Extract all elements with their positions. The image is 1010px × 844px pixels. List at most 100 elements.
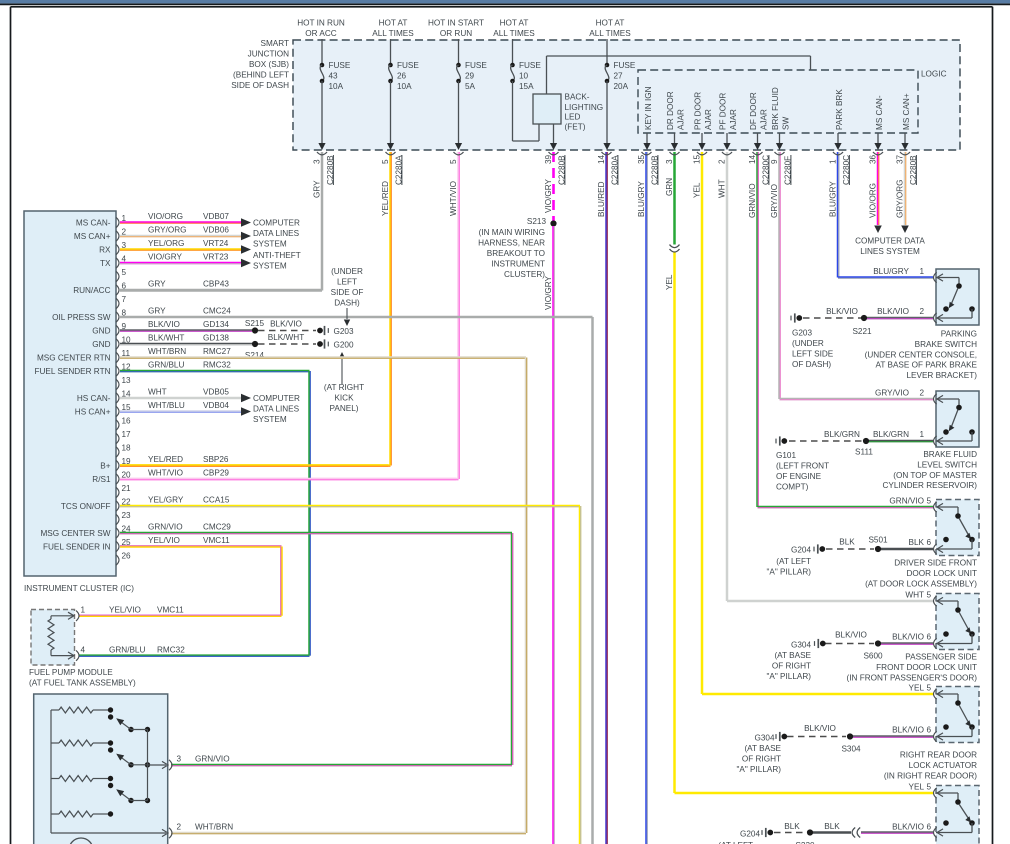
svg-text:G204: G204 [791, 546, 811, 555]
svg-text:FUSE: FUSE [329, 61, 351, 70]
svg-text:OF ENGINE: OF ENGINE [776, 472, 822, 481]
svg-text:(IN FRONT PASSENGER'S DOOR): (IN FRONT PASSENGER'S DOOR) [847, 673, 978, 682]
svg-text:BLK/VIO: BLK/VIO [892, 823, 924, 832]
svg-text:21: 21 [122, 484, 132, 493]
svg-text:S213: S213 [527, 217, 547, 226]
svg-text:BRK FLUID: BRK FLUID [771, 87, 780, 130]
svg-text:FUSE: FUSE [519, 61, 541, 70]
svg-text:2: 2 [177, 823, 182, 832]
svg-text:"A" PILLAR): "A" PILLAR) [737, 765, 782, 774]
svg-text:PASSENGER SIDE: PASSENGER SIDE [905, 653, 977, 662]
svg-text:BLU/GRY: BLU/GRY [873, 267, 909, 276]
svg-text:BLK: BLK [824, 822, 840, 831]
svg-text:14: 14 [748, 154, 757, 164]
svg-text:(AT BASE: (AT BASE [744, 744, 781, 753]
svg-text:CLUSTER): CLUSTER) [504, 270, 545, 279]
svg-text:DRIVER SIDE FRONT: DRIVER SIDE FRONT [894, 559, 977, 568]
svg-text:AJAR: AJAR [704, 109, 713, 130]
svg-text:FUSE: FUSE [465, 61, 487, 70]
svg-text:TX: TX [100, 259, 111, 268]
svg-text:(FET): (FET) [565, 123, 586, 132]
svg-text:CBP29: CBP29 [203, 469, 229, 478]
svg-text:"A" PILLAR): "A" PILLAR) [767, 672, 812, 681]
svg-text:G203: G203 [792, 329, 812, 338]
svg-text:OIL PRESS SW: OIL PRESS SW [52, 313, 111, 322]
svg-text:6: 6 [927, 726, 932, 735]
svg-text:G304: G304 [791, 641, 811, 650]
svg-text:HOT IN RUN: HOT IN RUN [297, 19, 345, 28]
svg-text:5: 5 [927, 497, 932, 506]
svg-text:7: 7 [122, 295, 127, 304]
svg-text:(AT RIGHT: (AT RIGHT [324, 383, 364, 392]
svg-text:LED: LED [565, 113, 581, 122]
svg-text:4: 4 [81, 646, 86, 655]
svg-text:15: 15 [693, 154, 702, 164]
svg-text:DOOR LOCK UNIT: DOOR LOCK UNIT [906, 569, 977, 578]
svg-text:PARKING: PARKING [941, 330, 977, 339]
svg-text:MS CAN-: MS CAN- [76, 219, 111, 228]
svg-text:GRY: GRY [148, 307, 166, 316]
svg-text:R/S1: R/S1 [92, 475, 111, 484]
svg-text:COMPUTER: COMPUTER [253, 219, 300, 228]
svg-text:YEL: YEL [909, 684, 925, 693]
svg-text:36: 36 [869, 154, 878, 164]
svg-text:CBP43: CBP43 [203, 280, 229, 289]
svg-text:GRN/VIO: GRN/VIO [195, 755, 230, 764]
svg-text:37: 37 [896, 154, 905, 164]
svg-text:BRAKE SWITCH: BRAKE SWITCH [915, 340, 977, 349]
svg-text:5: 5 [927, 684, 932, 693]
svg-text:COMPUTER: COMPUTER [253, 394, 300, 403]
svg-text:BOX (SJB): BOX (SJB) [249, 60, 289, 69]
svg-text:BLK/VIO: BLK/VIO [804, 724, 836, 733]
svg-text:HARNESS, NEAR: HARNESS, NEAR [478, 239, 545, 248]
svg-text:(AT BASE: (AT BASE [774, 651, 811, 660]
svg-text:10: 10 [519, 72, 529, 81]
svg-text:SIDE OF DASH: SIDE OF DASH [231, 81, 289, 90]
svg-text:WHT: WHT [148, 388, 167, 397]
svg-text:AT BASE OF PARK BRAKE: AT BASE OF PARK BRAKE [876, 361, 978, 370]
svg-text:DF DOOR: DF DOOR [749, 92, 758, 130]
svg-text:OR ACC: OR ACC [305, 29, 336, 38]
svg-text:DATA LINES: DATA LINES [253, 229, 300, 238]
svg-text:RX: RX [99, 246, 111, 255]
svg-text:G200: G200 [334, 341, 354, 350]
svg-text:MSG CENTER RTN: MSG CENTER RTN [37, 354, 111, 363]
svg-text:VDB06: VDB06 [203, 226, 229, 235]
svg-text:5A: 5A [465, 82, 476, 91]
svg-text:10A: 10A [329, 82, 344, 91]
svg-text:BLK/GRN: BLK/GRN [824, 430, 860, 439]
svg-text:5: 5 [449, 159, 458, 164]
svg-text:DATA LINES: DATA LINES [253, 405, 300, 414]
svg-text:BLK/VIO: BLK/VIO [270, 319, 302, 328]
svg-text:27: 27 [614, 72, 624, 81]
svg-text:YEL/VIO: YEL/VIO [109, 606, 141, 615]
svg-text:INSTRUMENT: INSTRUMENT [491, 260, 545, 269]
svg-text:AJAR: AJAR [760, 109, 769, 130]
svg-text:VIO/ORG: VIO/ORG [869, 183, 878, 218]
svg-text:(AT DOOR LOCK ASSEMBLY): (AT DOOR LOCK ASSEMBLY) [865, 579, 977, 588]
svg-text:CCA15: CCA15 [203, 496, 230, 505]
svg-text:(UNDER: (UNDER [792, 339, 824, 348]
svg-text:BRAKE FLUID: BRAKE FLUID [923, 450, 977, 459]
svg-text:43: 43 [329, 72, 339, 81]
svg-text:AJAR: AJAR [677, 109, 686, 130]
svg-text:S304: S304 [841, 745, 861, 754]
svg-text:FUEL SENDER IN: FUEL SENDER IN [43, 543, 111, 552]
svg-text:GRN: GRN [665, 178, 674, 196]
svg-text:(UNDER CENTER CONSOLE,: (UNDER CENTER CONSOLE, [865, 350, 977, 359]
svg-text:10A: 10A [397, 82, 412, 91]
svg-text:YEL/VIO: YEL/VIO [148, 536, 180, 545]
svg-text:SMART: SMART [260, 39, 289, 48]
svg-text:JUNCTION: JUNCTION [248, 50, 289, 59]
svg-text:2: 2 [920, 389, 925, 398]
svg-text:G203: G203 [334, 327, 354, 336]
svg-text:23: 23 [122, 511, 132, 520]
svg-text:(IN RIGHT REAR DOOR): (IN RIGHT REAR DOOR) [884, 771, 977, 780]
svg-text:YEL: YEL [693, 182, 702, 198]
svg-text:CMC24: CMC24 [203, 307, 231, 316]
svg-text:VIO/ORG: VIO/ORG [148, 212, 183, 221]
svg-text:HOT AT: HOT AT [500, 19, 529, 28]
svg-text:SW: SW [782, 117, 791, 130]
svg-text:YEL/GRY: YEL/GRY [148, 496, 184, 505]
svg-text:WHT/VIO: WHT/VIO [449, 181, 458, 216]
